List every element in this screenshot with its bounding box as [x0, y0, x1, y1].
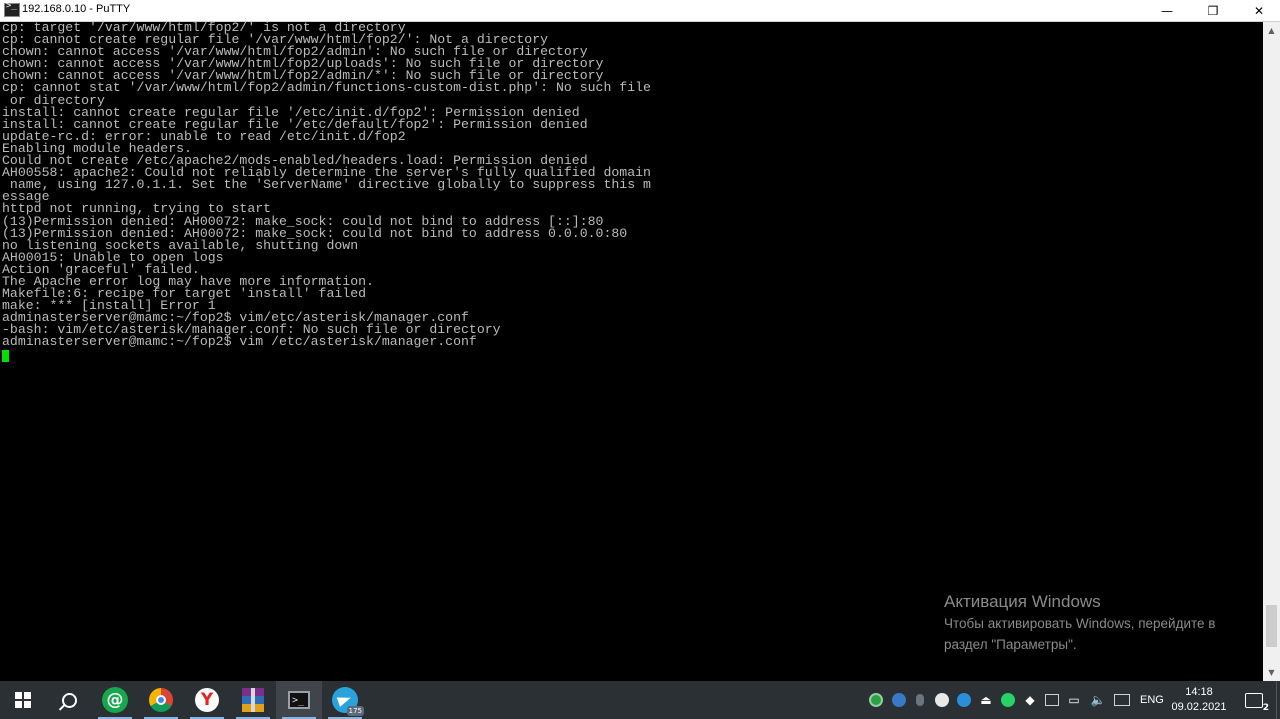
- tray-battery-icon[interactable]: ▭: [1064, 681, 1084, 719]
- tray-edge-icon[interactable]: [954, 681, 974, 719]
- taskbar: @ Y >_ 175 ⏏ ◆ ▭ 🔈 ENG 14:18 09.02.2021 …: [0, 681, 1280, 719]
- activation-line1: Чтобы активировать Windows, перейдите в: [944, 616, 1216, 631]
- terminal-area[interactable]: cp: target '/var/www/html/fop2/' is not …: [0, 22, 1263, 681]
- winrar-icon: [242, 688, 264, 712]
- tray-language-indicator[interactable]: ENG: [1140, 681, 1164, 719]
- windows-activation-watermark: Активация Windows Чтобы активировать Win…: [944, 592, 1215, 654]
- show-desktop-button[interactable]: [1276, 681, 1280, 719]
- yandex-icon: Y: [195, 688, 219, 712]
- taskbar-putty[interactable]: >_: [276, 681, 322, 719]
- maximize-button[interactable]: ❐: [1190, 0, 1236, 21]
- notifications-icon: 2: [1245, 692, 1269, 713]
- window-titlebar[interactable]: 192.168.0.10 - PuTTY — ❐ ✕: [0, 0, 1280, 22]
- vertical-scrollbar[interactable]: ▲ ▼: [1263, 22, 1280, 681]
- terminal-cursor: [2, 350, 9, 362]
- mail-at-icon: @: [102, 687, 128, 713]
- terminal-line: name, using 127.0.1.1. Set the 'ServerNa…: [2, 177, 651, 193]
- tray-volume-icon[interactable]: 🔈: [1088, 681, 1108, 719]
- scroll-down-arrow-icon[interactable]: ▼: [1263, 664, 1280, 681]
- tray-network-icon[interactable]: [1110, 681, 1134, 719]
- taskbar-yandex-browser[interactable]: Y: [184, 681, 230, 719]
- window-title: 192.168.0.10 - PuTTY: [22, 3, 131, 15]
- taskbar-telegram[interactable]: 175: [322, 681, 368, 719]
- scrollbar-thumb[interactable]: [1266, 605, 1277, 647]
- tray-app-icon[interactable]: [932, 681, 952, 719]
- taskbar-winrar[interactable]: [230, 681, 276, 719]
- scroll-up-arrow-icon[interactable]: ▲: [1263, 22, 1280, 39]
- start-button[interactable]: [0, 681, 46, 719]
- tray-shield-icon[interactable]: [910, 681, 930, 719]
- telegram-unread-badge: 175: [346, 706, 364, 716]
- close-button[interactable]: ✕: [1236, 0, 1280, 21]
- terminal-line: adminasterserver@mamc:~/fop2$ vim /etc/a…: [2, 334, 477, 350]
- tray-display-icon[interactable]: [1042, 681, 1062, 719]
- action-center-button[interactable]: 2: [1236, 681, 1272, 719]
- tray-network-globe-icon[interactable]: [889, 681, 909, 719]
- taskbar-chrome[interactable]: [138, 681, 184, 719]
- clock-date: 09.02.2021: [1171, 701, 1227, 713]
- activation-title: Активация Windows: [944, 592, 1101, 611]
- clock-time: 14:18: [1185, 686, 1213, 698]
- tray-usb-icon[interactable]: ⏏: [976, 681, 996, 719]
- tray-dropbox-icon[interactable]: ◆: [1020, 681, 1040, 719]
- search-button[interactable]: [46, 681, 92, 719]
- tray-whatsapp-icon[interactable]: [998, 681, 1018, 719]
- taskbar-mail-ru-agent[interactable]: @: [92, 681, 138, 719]
- search-icon: [61, 692, 77, 708]
- windows-logo-icon: [15, 692, 31, 708]
- tray-security-icon[interactable]: [866, 681, 886, 719]
- notification-count: 2: [1262, 702, 1269, 713]
- activation-line2: раздел "Параметры".: [944, 637, 1077, 652]
- putty-app-icon[interactable]: [4, 1, 20, 17]
- chrome-icon: [149, 688, 173, 712]
- tray-clock[interactable]: 14:18 09.02.2021: [1170, 685, 1228, 715]
- terminal-output: cp: target '/var/www/html/fop2/' is not …: [2, 22, 651, 349]
- putty-icon: >_: [288, 691, 310, 709]
- telegram-icon: 175: [332, 687, 364, 716]
- minimize-button[interactable]: —: [1144, 0, 1190, 21]
